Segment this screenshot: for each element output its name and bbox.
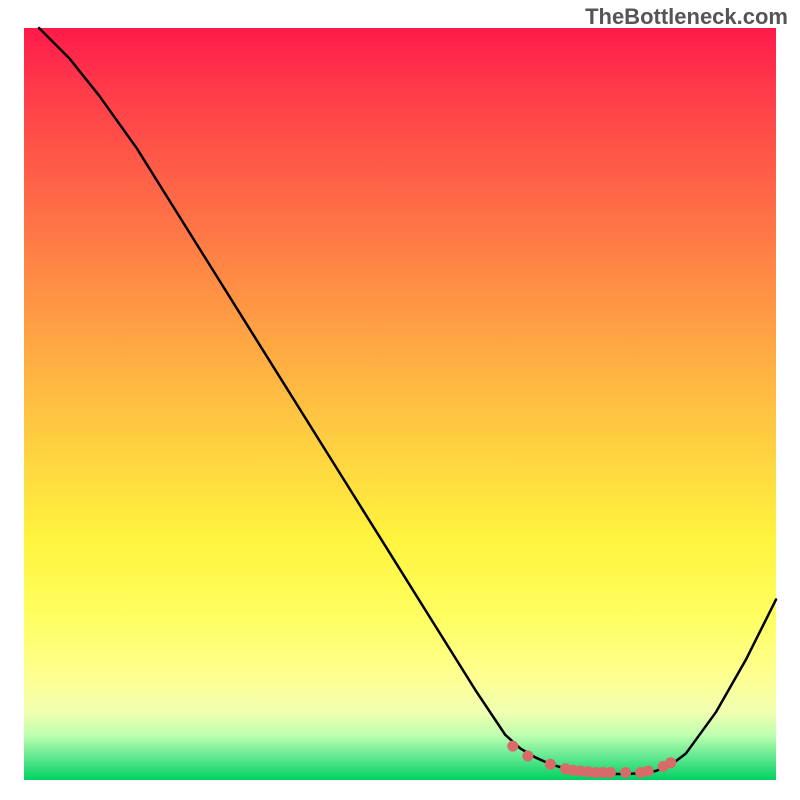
highlight-dots bbox=[507, 741, 676, 778]
curve-line bbox=[39, 28, 776, 774]
chart-container: TheBottleneck.com bbox=[0, 0, 800, 800]
chart-svg bbox=[24, 28, 776, 780]
watermark-text: TheBottleneck.com bbox=[585, 4, 788, 30]
